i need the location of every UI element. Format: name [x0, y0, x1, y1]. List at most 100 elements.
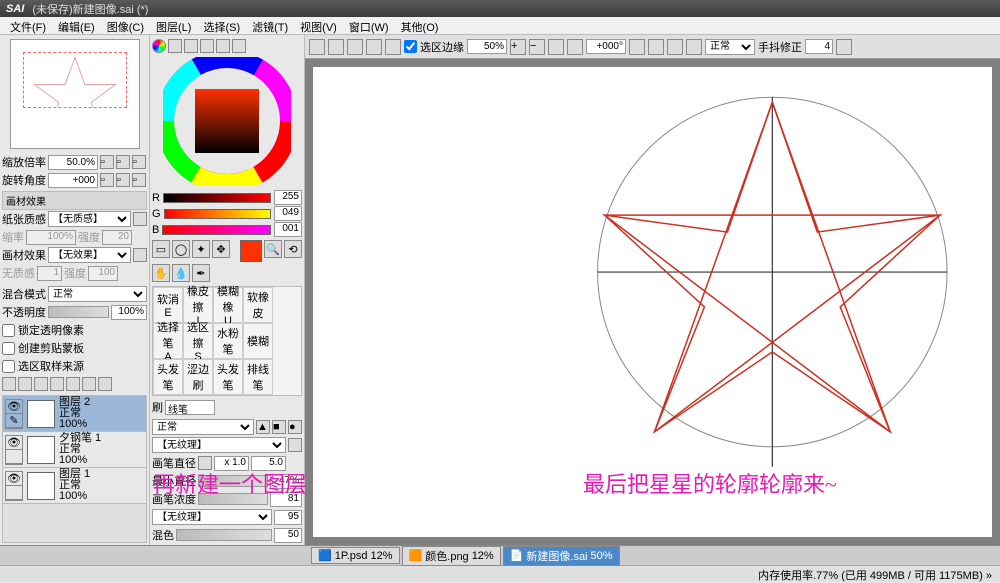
zoom-fit-icon[interactable]: [548, 39, 564, 55]
canvas[interactable]: 再新建一个图层 最后把星星的轮廓轮廓来~: [313, 67, 992, 537]
deselect-icon[interactable]: [347, 39, 363, 55]
eye-icon[interactable]: 👁: [6, 400, 22, 414]
doc-tab[interactable]: 🟦1P.psd12%: [311, 547, 400, 564]
menu-select[interactable]: 选择(S): [197, 18, 246, 33]
wand-icon[interactable]: ✦: [192, 240, 210, 258]
paper-texture-select[interactable]: 【无质感】: [48, 211, 131, 227]
rect-select-icon[interactable]: ▭: [152, 240, 170, 258]
r-value[interactable]: 255: [274, 190, 302, 205]
b-value[interactable]: 001: [274, 222, 302, 237]
zoom-out-icon[interactable]: −: [529, 39, 545, 55]
hand-icon[interactable]: ✋: [152, 264, 170, 282]
menu-layer[interactable]: 图层(L): [150, 18, 197, 33]
move-icon[interactable]: ✥: [212, 240, 230, 258]
stabilizer-value[interactable]: [805, 39, 833, 54]
brush-edge-select[interactable]: 【无纹理】: [152, 437, 286, 453]
fx-btn[interactable]: [133, 248, 147, 262]
opacity-value[interactable]: 100%: [111, 305, 147, 320]
menu-edit[interactable]: 编辑(E): [52, 18, 101, 33]
clip-mask-check[interactable]: [2, 342, 15, 355]
delete-layer-icon[interactable]: [98, 377, 112, 391]
zoom-in-icon[interactable]: +: [510, 39, 526, 55]
menu-window[interactable]: 窗口(W): [343, 18, 395, 33]
tip-round-icon[interactable]: ▲: [256, 420, 270, 434]
brush-cell[interactable]: 模糊橡U: [213, 287, 243, 323]
pen-tool-icon[interactable]: ✒: [192, 264, 210, 282]
brush-cell[interactable]: 模糊: [243, 323, 273, 359]
zoom-minus-icon[interactable]: ▫: [116, 155, 130, 169]
lock-alpha-check[interactable]: [2, 324, 15, 337]
brush-cell[interactable]: 选区擦S: [183, 323, 213, 359]
zoom-plus-icon[interactable]: ▫: [100, 155, 114, 169]
mixer-icon[interactable]: [200, 39, 214, 53]
scratchpad-icon[interactable]: [232, 39, 246, 53]
rgb-slider-icon[interactable]: [168, 39, 182, 53]
rot-right-icon[interactable]: [648, 39, 664, 55]
undo-icon[interactable]: [309, 39, 325, 55]
brush-cell[interactable]: 橡皮擦I: [183, 287, 213, 323]
redo-icon[interactable]: [328, 39, 344, 55]
brush-cell[interactable]: 软消E: [153, 287, 183, 323]
hsv-slider-icon[interactable]: [184, 39, 198, 53]
rot-left-icon[interactable]: [629, 39, 645, 55]
brush-cell[interactable]: 选择笔A: [153, 323, 183, 359]
fg-color-swatch[interactable]: [240, 240, 262, 262]
navigator-thumb[interactable]: [10, 39, 140, 149]
new-folder-icon[interactable]: [34, 377, 48, 391]
brush-cell[interactable]: 头发笔: [153, 359, 183, 395]
brush-cell[interactable]: 水粉笔: [213, 323, 243, 359]
tip-flat-icon[interactable]: ■: [272, 420, 286, 434]
invert-sel-icon[interactable]: [366, 39, 382, 55]
paper-texture-btn[interactable]: [133, 212, 147, 226]
zoom-100-icon[interactable]: [567, 39, 583, 55]
brush-cell[interactable]: 软橡皮: [243, 287, 273, 323]
sel-source-check[interactable]: [2, 360, 15, 373]
menu-filter[interactable]: 滤镜(T): [246, 18, 294, 33]
brush-cell[interactable]: 头发笔: [213, 359, 243, 395]
lasso-icon[interactable]: ◯: [172, 240, 190, 258]
copy-layer-icon[interactable]: [50, 377, 64, 391]
g-value[interactable]: 049: [274, 206, 302, 221]
fx-select[interactable]: 【无效果】: [48, 247, 131, 263]
pen-icon[interactable]: [6, 450, 22, 464]
canvas-mode-select[interactable]: 正常: [705, 39, 755, 55]
brush-cell[interactable]: 涩边刷: [183, 359, 213, 395]
layer-row[interactable]: 👁 夕钢笔 1正常100%: [3, 432, 146, 468]
eye-icon[interactable]: 👁: [6, 472, 22, 486]
opacity-slider[interactable]: [48, 306, 109, 318]
pen-icon[interactable]: [6, 486, 22, 500]
stab-opt-icon[interactable]: [836, 39, 852, 55]
tip-soft-icon[interactable]: ●: [288, 420, 302, 434]
eyedropper-icon[interactable]: 💧: [172, 264, 190, 282]
canvas-zoom[interactable]: [467, 39, 507, 54]
menu-view[interactable]: 视图(V): [294, 18, 343, 33]
merge-down-icon[interactable]: [66, 377, 80, 391]
zoom-reset-icon[interactable]: ▫: [132, 155, 146, 169]
canvas-angle[interactable]: [586, 39, 626, 54]
mix-slider[interactable]: [176, 529, 272, 541]
color-wheel[interactable]: [163, 57, 291, 185]
pen-icon[interactable]: ✎: [6, 414, 22, 428]
new-layer-icon[interactable]: [2, 377, 16, 391]
rotate-icon[interactable]: ⟲: [284, 240, 302, 258]
rot-ccw-icon[interactable]: ▫: [100, 173, 114, 187]
brush-mode-select[interactable]: 正常: [152, 419, 254, 435]
eye-icon[interactable]: 👁: [6, 436, 22, 450]
color-wheel-icon[interactable]: [152, 39, 166, 53]
layer-row[interactable]: 👁✎ 图层 2正常100%: [3, 396, 146, 432]
brush-tex-select[interactable]: 【无纹理】: [152, 509, 272, 525]
zoom-icon[interactable]: 🔍: [264, 240, 282, 258]
doc-tab[interactable]: 📄新建图像.sai50%: [503, 546, 620, 566]
rot-reset2-icon[interactable]: [667, 39, 683, 55]
brush-edge-btn[interactable]: [288, 438, 302, 452]
menu-other[interactable]: 其他(O): [395, 18, 445, 33]
doc-tab[interactable]: 🟧颜色.png12%: [402, 546, 501, 566]
clear-layer-icon[interactable]: [82, 377, 96, 391]
show-sel-icon[interactable]: [385, 39, 401, 55]
zoom-value[interactable]: [48, 155, 98, 170]
flip-h-icon[interactable]: [686, 39, 702, 55]
sel-edge-check[interactable]: [404, 40, 417, 53]
mix-val[interactable]: 50: [274, 528, 302, 543]
g-slider[interactable]: [164, 209, 271, 219]
r-slider[interactable]: [163, 193, 271, 203]
